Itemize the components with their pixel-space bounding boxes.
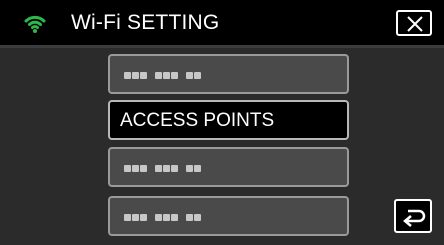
- menu-item-access-points[interactable]: ACCESS POINTS: [108, 100, 349, 140]
- menu-panel: ACCESS POINTS: [0, 48, 444, 245]
- menu-item-label: ACCESS POINTS: [120, 110, 275, 131]
- menu-item-obscured-1[interactable]: [108, 54, 349, 94]
- menu-item-obscured-3[interactable]: [108, 196, 349, 236]
- obscured-text: [124, 213, 202, 221]
- obscured-text: [124, 71, 202, 79]
- menu-item-obscured-2[interactable]: [108, 147, 349, 187]
- wifi-icon: [24, 12, 46, 34]
- close-icon: [407, 16, 423, 32]
- close-button[interactable]: [396, 10, 432, 36]
- obscured-text: [124, 164, 202, 172]
- return-icon: [403, 209, 426, 227]
- header-bar: Wi-Fi SETTING: [0, 0, 444, 46]
- page-title: Wi-Fi SETTING: [71, 11, 220, 34]
- back-button[interactable]: [394, 199, 432, 233]
